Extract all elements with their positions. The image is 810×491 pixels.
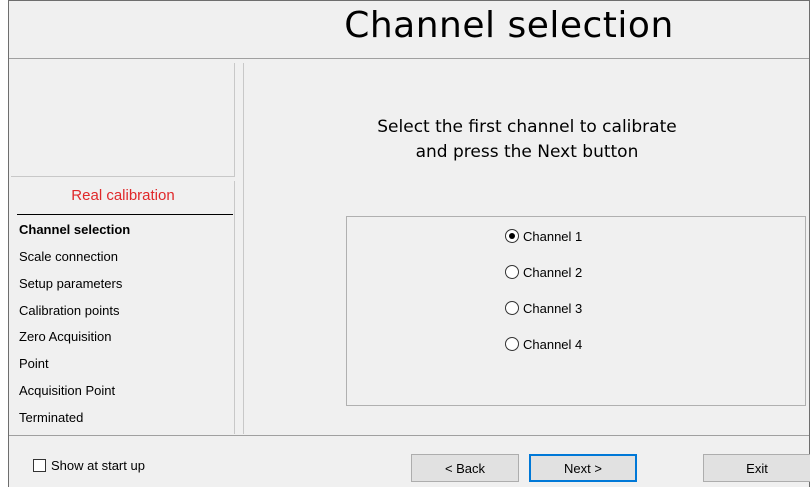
radio-unchecked-icon[interactable] bbox=[505, 301, 519, 315]
step-terminated: Terminated bbox=[19, 410, 84, 425]
channel-group-box: Channel 1 Channel 2 Channel 3 Channel 4 bbox=[346, 216, 806, 406]
step-calibration-points: Calibration points bbox=[19, 303, 120, 318]
step-point: Point bbox=[19, 356, 49, 371]
steps-divider bbox=[17, 214, 233, 215]
channel-4-radio[interactable]: Channel 4 bbox=[505, 335, 582, 353]
step-scale-connection: Scale connection bbox=[19, 249, 119, 264]
step-setup-parameters: Setup parameters bbox=[19, 276, 123, 291]
next-button[interactable]: Next > bbox=[529, 454, 637, 482]
back-button[interactable]: < Back bbox=[411, 454, 519, 482]
channel-2-radio[interactable]: Channel 2 bbox=[505, 263, 582, 281]
step-zero-acquisition: Zero Acquisition bbox=[19, 329, 112, 344]
instruction-line-1: Select the first channel to calibrate bbox=[377, 117, 677, 137]
wizard-window: Channel selection Real calibration Chann… bbox=[8, 0, 810, 487]
channel-1-label[interactable]: Channel 1 bbox=[523, 229, 582, 244]
title-bar: Channel selection bbox=[9, 1, 809, 59]
footer-bar: Show at start up < Back Next > Exit bbox=[9, 435, 810, 487]
step-acquisition-point: Acquisition Point bbox=[19, 383, 116, 398]
steps-panel: Real calibration Channel selection Scale… bbox=[11, 181, 235, 434]
radio-unchecked-icon[interactable] bbox=[505, 337, 519, 351]
channel-1-radio[interactable]: Channel 1 bbox=[505, 227, 582, 245]
exit-button[interactable]: Exit bbox=[703, 454, 810, 482]
radio-unchecked-icon[interactable] bbox=[505, 265, 519, 279]
instruction-text: Select the first channel to calibrate an… bbox=[244, 115, 810, 165]
instruction-line-2: and press the Next button bbox=[415, 142, 639, 162]
main-panel: Select the first channel to calibrate an… bbox=[243, 63, 809, 434]
channel-3-label[interactable]: Channel 3 bbox=[523, 301, 582, 316]
channel-3-radio[interactable]: Channel 3 bbox=[505, 299, 582, 317]
steps-header: Real calibration bbox=[71, 187, 175, 204]
left-blank-panel bbox=[11, 63, 235, 177]
channel-4-label[interactable]: Channel 4 bbox=[523, 337, 582, 352]
radio-checked-icon[interactable] bbox=[505, 229, 519, 243]
show-at-startup-checkbox[interactable]: Show at start up bbox=[33, 458, 145, 473]
channel-2-label[interactable]: Channel 2 bbox=[523, 265, 582, 280]
show-at-startup-label[interactable]: Show at start up bbox=[51, 458, 145, 473]
checkbox-unchecked-icon[interactable] bbox=[33, 459, 46, 472]
page-title: Channel selection bbox=[344, 5, 674, 46]
step-channel-selection: Channel selection bbox=[19, 222, 131, 237]
